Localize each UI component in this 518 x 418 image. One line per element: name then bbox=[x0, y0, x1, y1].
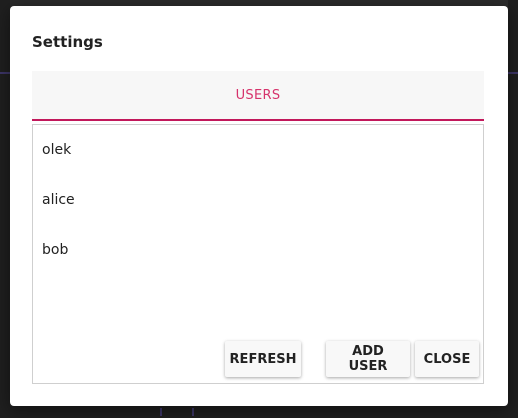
background-bottom-edge bbox=[0, 406, 518, 418]
dialog-title: Settings bbox=[32, 33, 103, 51]
refresh-button[interactable]: REFRESH bbox=[225, 341, 301, 377]
user-list-item-bob[interactable]: bob bbox=[42, 242, 68, 258]
background-left-edge bbox=[0, 0, 10, 418]
background-divider bbox=[160, 408, 162, 416]
settings-dialog: Settings USERS olek alice bob REFRESH AD… bbox=[10, 6, 508, 406]
tab-bar: USERS bbox=[32, 71, 484, 121]
user-list-item-alice[interactable]: alice bbox=[42, 192, 75, 208]
user-list-item-olek[interactable]: olek bbox=[42, 142, 71, 158]
add-user-button[interactable]: ADD USER bbox=[326, 341, 410, 377]
background-right-edge bbox=[508, 0, 518, 418]
background-divider bbox=[192, 408, 194, 416]
tab-users-label: USERS bbox=[235, 87, 281, 103]
background-divider bbox=[0, 72, 10, 74]
close-button[interactable]: CLOSE bbox=[415, 341, 479, 377]
tab-users[interactable]: USERS bbox=[32, 71, 484, 119]
active-tab-indicator bbox=[32, 119, 484, 121]
users-list: olek alice bob REFRESH ADD USER CLOSE bbox=[32, 124, 484, 384]
background-divider bbox=[508, 72, 518, 74]
